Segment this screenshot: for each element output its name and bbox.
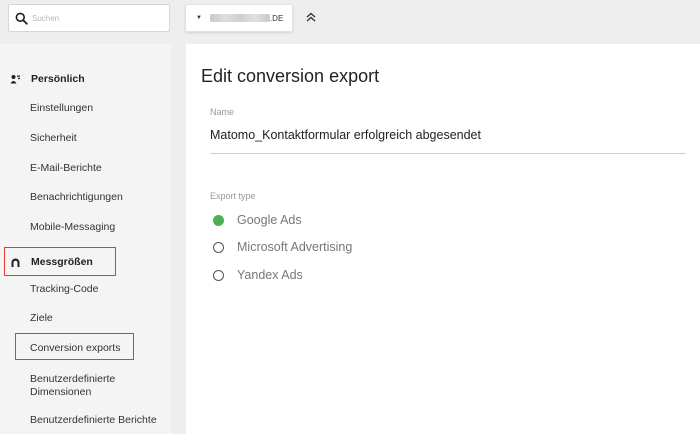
radio-label: Yandex Ads (237, 268, 303, 282)
site-selector[interactable]: ▼ .DE (185, 4, 293, 32)
name-field[interactable]: Matomo_Kontaktformular erfolgreich abges… (210, 128, 481, 142)
sidebar-section-personal[interactable]: Persönlich (10, 73, 85, 85)
redacted-site-name (209, 14, 270, 22)
page-title: Edit conversion export (201, 66, 380, 86)
main-content: Edit conversion export Name Matomo_Konta… (186, 44, 700, 434)
sidebar-item-sicherheit[interactable]: Sicherheit (30, 132, 77, 145)
sidebar-item-benachrichtigungen[interactable]: Benachrichtigungen (30, 191, 123, 204)
radio-unselected-icon[interactable] (213, 269, 224, 281)
export-type-label: Export type (210, 191, 256, 201)
sidebar-item-mobile-messaging[interactable]: Mobile-Messaging (30, 221, 115, 234)
double-chevron-up-icon[interactable] (304, 10, 318, 24)
radio-option-google-ads[interactable]: Google Ads (213, 213, 302, 227)
sidebar-item-email-berichte[interactable]: E-Mail-Berichte (30, 162, 102, 175)
site-domain-suffix: .DE (269, 13, 284, 23)
radio-option-yandex-ads[interactable]: Yandex Ads (213, 268, 303, 282)
highlight-box-measurables (4, 247, 116, 276)
radio-unselected-icon[interactable] (213, 241, 224, 253)
user-icon (10, 75, 20, 84)
radio-option-microsoft-advertising[interactable]: Microsoft Advertising (213, 240, 352, 254)
sidebar-item-benutzerdefinierte-berichte[interactable]: Benutzerdefinierte Berichte (30, 414, 157, 427)
radio-selected-icon[interactable] (213, 214, 224, 226)
sidebar-item-tracking-code[interactable]: Tracking-Code (30, 283, 98, 296)
sidebar-item-benutzerdefinierte-dimensionen[interactable]: Benutzerdefinierte Dimensionen (30, 373, 160, 399)
caret-down-icon: ▼ (196, 15, 202, 21)
radio-label: Microsoft Advertising (237, 240, 353, 254)
search-icon (15, 12, 28, 25)
sidebar-item-ziele[interactable]: Ziele (30, 312, 53, 325)
name-field-underline (210, 153, 686, 154)
radio-label: Google Ads (237, 213, 302, 227)
name-label: Name (210, 107, 235, 117)
highlight-box-conversion-exports (15, 333, 134, 360)
sidebar-item-einstellungen[interactable]: Einstellungen (30, 102, 93, 115)
search-box[interactable] (8, 4, 170, 32)
sidebar-section-title: Persönlich (31, 73, 85, 85)
search-input[interactable] (32, 13, 162, 23)
sidebar: Persönlich Einstellungen Sicherheit E-Ma… (0, 44, 171, 434)
top-bar: ▼ .DE (0, 0, 700, 44)
